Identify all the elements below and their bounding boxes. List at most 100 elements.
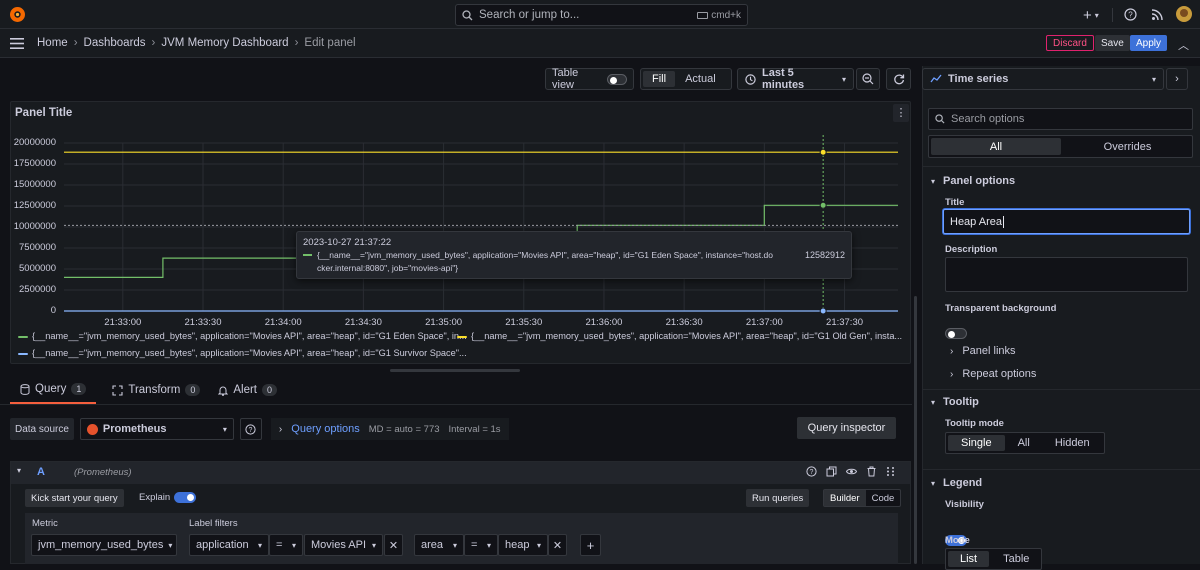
tooltip-mode-hidden[interactable]: Hidden: [1041, 433, 1104, 453]
legend-swatch: [457, 335, 467, 338]
code-button[interactable]: Code: [866, 490, 901, 506]
filter-value-select[interactable]: Movies API ▾: [304, 534, 383, 556]
tab-transform[interactable]: Transform 0: [110, 380, 202, 404]
close-options-button[interactable]: ›: [1166, 68, 1188, 90]
legend-label: {__name__="jvm_memory_used_bytes", appli…: [471, 331, 903, 341]
eye-icon[interactable]: [846, 466, 857, 477]
query-datasource-name: (Prometheus): [74, 467, 132, 478]
tab-overrides[interactable]: Overrides: [1063, 136, 1192, 157]
options-search-placeholder: Search options: [951, 113, 1025, 125]
remove-filter-button[interactable]: ✕: [384, 534, 403, 556]
legend-swatch: [18, 352, 28, 355]
avatar[interactable]: [1176, 6, 1192, 22]
rss-icon[interactable]: [1151, 8, 1164, 21]
filter-operator-select[interactable]: = ▾: [269, 534, 303, 556]
transparent-toggle[interactable]: [945, 328, 967, 339]
filter-operator-select[interactable]: = ▾: [464, 534, 498, 556]
help-icon[interactable]: ?: [1124, 8, 1137, 21]
query-row: Data source Prometheus ▾ ? › Query optio…: [10, 415, 911, 443]
chevron-right-icon: ›: [950, 345, 954, 357]
tooltip-mode-all[interactable]: All: [1007, 433, 1041, 453]
chart-plot[interactable]: [0, 0, 920, 330]
collapse-icon[interactable]: ︿: [1178, 37, 1189, 53]
query-tabs: Query 1 Transform 0 Alert 0: [10, 380, 279, 404]
save-button[interactable]: Save: [1095, 35, 1130, 51]
filter-value-select[interactable]: heap ▾: [498, 534, 548, 556]
options-search-input[interactable]: Search options: [928, 108, 1193, 130]
filter-key-select[interactable]: area ▾: [414, 534, 464, 556]
prometheus-icon: [86, 423, 98, 435]
legend-mode-group: List Table: [945, 548, 1043, 570]
chevron-down-icon: ▾: [931, 478, 936, 488]
tab-query[interactable]: Query 1: [10, 380, 97, 404]
legend-section-header[interactable]: ▾ Legend: [931, 477, 982, 489]
legend-mode-table[interactable]: Table: [991, 549, 1041, 569]
query-options-link[interactable]: Query options: [291, 423, 359, 435]
chevron-down-icon: ▾: [168, 540, 173, 550]
splitter-handle[interactable]: [390, 369, 520, 372]
divider: [923, 389, 1200, 390]
metric-label: Metric: [32, 518, 58, 529]
legend-mode-list[interactable]: List: [948, 551, 990, 567]
filter-operator: =: [276, 539, 283, 551]
add-filter-button[interactable]: +: [580, 534, 601, 556]
tab-count-badge: 1: [71, 383, 87, 395]
max-data-points: MD = auto = 773: [368, 423, 440, 435]
chevron-down-icon: ▾: [931, 176, 936, 186]
visualization-name: Time series: [948, 73, 1009, 85]
data-source-select[interactable]: Prometheus ▾: [79, 418, 234, 440]
tooltip-section-header[interactable]: ▾ Tooltip: [931, 396, 979, 408]
tab-alert[interactable]: Alert 0: [216, 380, 279, 404]
description-textarea[interactable]: [945, 257, 1188, 292]
remove-filter-button[interactable]: ✕: [548, 534, 567, 556]
scrollbar[interactable]: [914, 296, 917, 564]
query-options-row[interactable]: › Query options MD = auto = 773 Interval…: [270, 418, 509, 440]
query-ref[interactable]: A: [37, 466, 45, 478]
collapse-chevron-icon[interactable]: ▾: [17, 466, 21, 475]
divider: [923, 166, 1200, 167]
avatar-face: [1180, 9, 1188, 17]
chevron-down-icon: ▾: [291, 540, 296, 550]
metric-select[interactable]: jvm_memory_used_bytes ▾: [31, 534, 177, 556]
explain-toggle[interactable]: [174, 492, 196, 503]
legend-item[interactable]: {__name__="jvm_memory_used_bytes", appli…: [18, 331, 467, 341]
visibility-label: Visibility: [945, 499, 984, 510]
run-queries-button[interactable]: Run queries: [746, 489, 810, 507]
tooltip-mode-single[interactable]: Single: [948, 435, 1005, 451]
apply-button[interactable]: Apply: [1130, 35, 1168, 51]
section-title: Panel links: [962, 345, 1016, 357]
help-icon[interactable]: ?: [806, 466, 817, 477]
svg-text:?: ?: [810, 469, 814, 476]
time-series-icon: [930, 74, 942, 84]
filter-key-select[interactable]: application ▾: [189, 534, 269, 556]
duplicate-icon[interactable]: [826, 466, 837, 477]
query-a-header: [11, 462, 910, 484]
data-source-label: Data source: [10, 418, 74, 440]
kickstart-button[interactable]: Kick start your query: [25, 489, 124, 507]
filter-value: heap: [505, 539, 530, 551]
transform-icon: [112, 384, 123, 396]
discard-button[interactable]: Discard: [1046, 35, 1094, 51]
legend-item[interactable]: {__name__="jvm_memory_used_bytes", appli…: [457, 331, 902, 341]
new-menu-button[interactable]: + ▾: [1083, 7, 1099, 24]
filter-operator: =: [471, 539, 478, 551]
chevron-right-icon: ›: [278, 423, 283, 435]
section-title: Panel options: [943, 175, 1016, 187]
visualization-picker[interactable]: Time series ▾: [922, 68, 1164, 90]
repeat-options-header[interactable]: › Repeat options: [950, 368, 1036, 380]
trash-icon[interactable]: [866, 466, 877, 477]
query-inspector-button[interactable]: Query inspector: [797, 417, 896, 439]
explain-label: Explain: [139, 492, 171, 503]
chevron-down-icon: ▾: [931, 397, 936, 407]
text-cursor: [1002, 215, 1004, 228]
panel-links-header[interactable]: › Panel links: [950, 345, 1016, 357]
divider: [1112, 8, 1113, 22]
builder-button[interactable]: Builder: [824, 490, 866, 506]
panel-options-header[interactable]: ▾ Panel options: [931, 175, 1015, 187]
legend-item[interactable]: {__name__="jvm_memory_used_bytes", appli…: [18, 348, 467, 358]
data-source-help-button[interactable]: ?: [239, 418, 262, 440]
drag-handle-icon[interactable]: [886, 466, 895, 477]
divider: [923, 469, 1200, 470]
title-input[interactable]: Heap Area: [943, 209, 1190, 234]
tab-all[interactable]: All: [931, 138, 1061, 155]
